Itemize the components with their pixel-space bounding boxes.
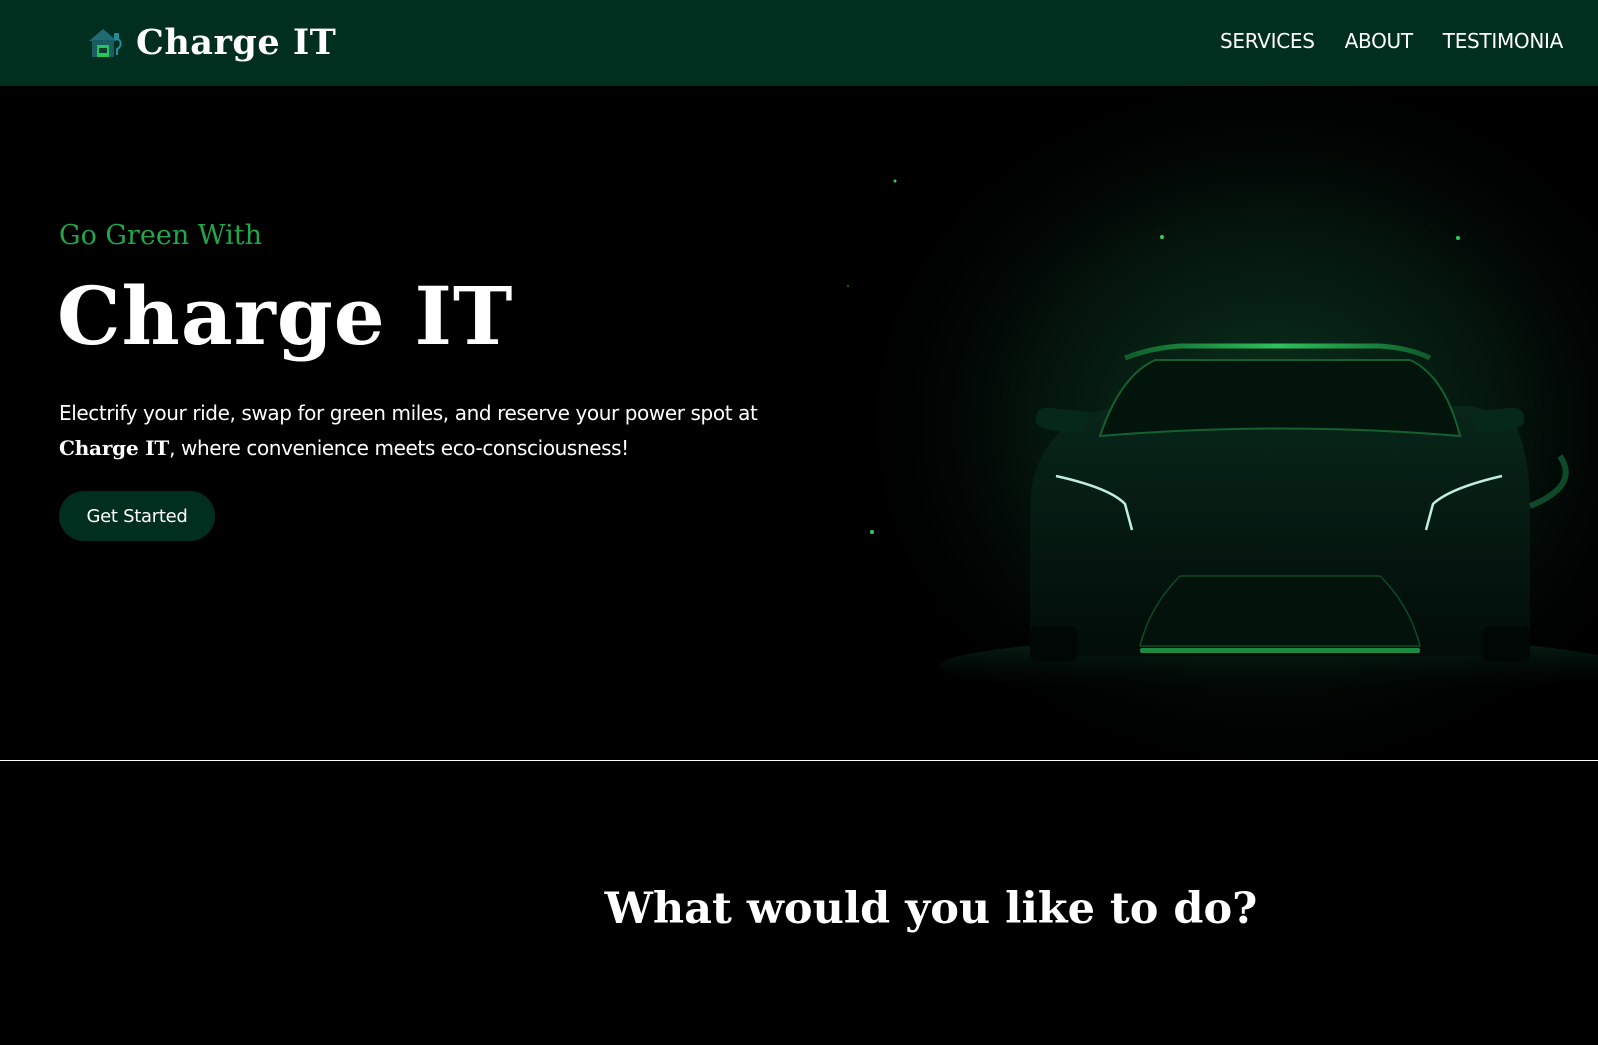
hero-description-line2: , where convenience meets eco-consciousn… [169,436,629,460]
house-ev-charger-icon [89,29,122,57]
hero-subtitle: Go Green With [59,220,262,251]
nav-link-services[interactable]: SERVICES [1220,29,1315,53]
hero-title: Charge IT [57,269,514,363]
navbar: Charge IT SERVICES ABOUT TESTIMONIA [0,0,1598,86]
nav-links: SERVICES ABOUT TESTIMONIA [1220,29,1563,53]
nav-link-about[interactable]: ABOUT [1345,29,1413,53]
section-divider [0,760,1598,761]
brand-name: Charge IT [136,21,337,63]
electric-car-icon [820,86,1598,760]
hero-description-line1: Electrify your ride, swap for green mile… [59,401,758,425]
nav-link-testimonials[interactable]: TESTIMONIA [1443,29,1564,53]
hero-description: Electrify your ride, swap for green mile… [59,396,819,466]
brand[interactable]: Charge IT [86,14,336,70]
get-started-button[interactable]: Get Started [59,491,215,541]
services-section-title: What would you like to do? [604,884,1258,934]
hero-section: Go Green With Charge IT Electrify your r… [0,86,1598,760]
hero-description-brand: Charge IT [59,436,170,460]
